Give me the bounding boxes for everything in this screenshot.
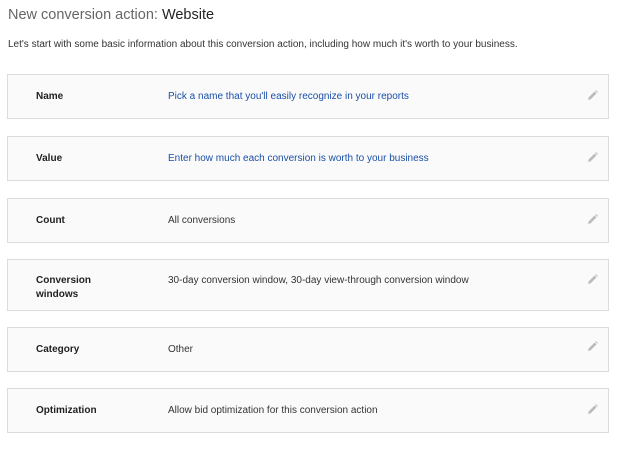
setting-card-optimization[interactable]: Optimization Allow bid optimization for … (7, 388, 609, 433)
setting-value-value[interactable]: Enter how much each conversion is worth … (168, 152, 429, 166)
setting-card-conversion-windows[interactable]: Conversion windows 30-day conversion win… (7, 259, 609, 311)
setting-card-count[interactable]: Count All conversions (7, 198, 609, 243)
setting-label-category: Category (36, 344, 80, 355)
setting-value-count: All conversions (168, 215, 236, 226)
pencil-icon[interactable] (587, 90, 598, 101)
pencil-icon[interactable] (587, 404, 598, 415)
setting-value-optimization: Allow bid optimization for this conversi… (168, 405, 378, 416)
setting-label-value: Value (36, 153, 63, 164)
setting-label-count: Count (36, 215, 65, 226)
setting-label-optimization: Optimization (36, 405, 97, 416)
setting-label-name: Name (36, 91, 64, 102)
setting-card-value[interactable]: Value Enter how much each conversion is … (7, 136, 609, 181)
page-title-type: Website (161, 7, 215, 23)
page-title-prefix: New conversion action: (8, 7, 162, 23)
pencil-icon[interactable] (587, 152, 598, 163)
pencil-icon[interactable] (587, 341, 598, 352)
setting-label-conversion-windows: Conversion windows (36, 275, 92, 300)
pencil-icon[interactable] (587, 274, 598, 285)
intro-text: Let's start with some basic information … (8, 39, 518, 50)
page-title: New conversion action: Website (8, 7, 214, 23)
setting-value-name[interactable]: Pick a name that you'll easily recognize… (168, 90, 409, 104)
setting-value-category: Other (168, 344, 194, 355)
pencil-icon[interactable] (587, 214, 598, 225)
setting-card-category[interactable]: Category Other (7, 327, 609, 372)
setting-value-conversion-windows: 30-day conversion window, 30-day view-th… (168, 275, 469, 286)
setting-card-name[interactable]: Name Pick a name that you'll easily reco… (7, 74, 609, 119)
